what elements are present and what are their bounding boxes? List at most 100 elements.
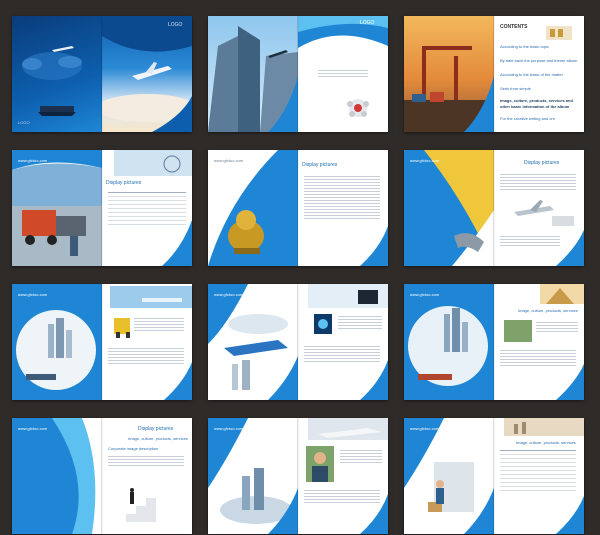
website-url[interactable]: www.gfctoo.com	[410, 292, 439, 297]
cover-back-page: LOGO	[12, 16, 102, 132]
airplane-clouds-graphic	[102, 16, 192, 132]
website-url[interactable]: www.gfctoo.com	[214, 158, 243, 163]
spread-fold	[101, 150, 103, 266]
spread-cover[interactable]: LOGO LOGO	[12, 16, 192, 132]
lion-page: www.gfctoo.com	[208, 150, 298, 266]
truck-page: www.gfctoo.com	[12, 150, 102, 266]
train-header-graphic	[306, 418, 388, 534]
forklift-page	[102, 284, 192, 400]
spread-truck[interactable]: www.gfctoo.com Display pictures	[12, 150, 192, 266]
blue-wave-page: www.gfctoo.com	[12, 418, 102, 534]
map-arrow-graphic	[208, 284, 298, 400]
corporate-page: Display pictures Image, culture, product…	[102, 418, 192, 534]
spread-train-man[interactable]: www.gfctoo.com	[208, 418, 388, 534]
website-url[interactable]: www.gfctoo.com	[410, 426, 439, 431]
engineer-page	[298, 418, 388, 534]
spread-contents[interactable]: CONTENTS According to the basic topic By…	[404, 16, 584, 132]
futuristic-city-page: www.gfctoo.com	[208, 418, 298, 534]
spread-map-tech[interactable]: www.gfctoo.com	[208, 284, 388, 400]
contents-entry-5[interactable]: Image, culture, products, services and o…	[500, 98, 580, 110]
spread-fold	[493, 418, 495, 534]
spread-skyline-services[interactable]: www.gfctoo.com Image, culture, products,…	[404, 284, 584, 400]
spread-fold	[297, 16, 299, 132]
tech-header-graphic	[308, 284, 388, 400]
futuristic-city-graphic	[208, 418, 298, 534]
spread-skyscrapers[interactable]: LOGO	[208, 16, 388, 132]
contents-entry-2[interactable]: By date back the purpose and theme album	[500, 58, 580, 64]
body-text-lines	[340, 448, 382, 465]
cover-logo-text: LOGO	[18, 120, 30, 125]
data-table	[500, 450, 576, 494]
spread-fold	[297, 418, 299, 534]
table-page: Image, culture, products, services	[494, 418, 584, 534]
city-circle-graphic	[12, 284, 102, 400]
port-cranes-page	[404, 16, 494, 132]
data-table-page: Display pictures	[102, 150, 192, 266]
port-cranes-graphic	[404, 46, 494, 132]
blue-wave-footer	[162, 220, 192, 266]
body-text-lines	[134, 316, 184, 333]
services-heading: Image, culture, products, services	[516, 440, 576, 445]
header-photo	[110, 286, 192, 400]
services-heading: Image, culture, products, services	[518, 308, 578, 313]
website-url[interactable]: www.gfctoo.com	[410, 158, 439, 163]
golden-lion-graphic	[208, 150, 298, 266]
body-text-lines-lower	[304, 344, 380, 364]
contents-entry-6[interactable]: For the creative writing and cre	[500, 116, 580, 122]
skyline-page: www.gfctoo.com	[404, 284, 494, 400]
blue-wave-graphic	[12, 418, 102, 534]
website-url[interactable]: www.gfctoo.com	[214, 292, 243, 297]
yellow-wave-page: www.gfctoo.com	[404, 150, 494, 266]
skyscraper-page	[208, 16, 298, 132]
body-text-lines	[536, 320, 578, 334]
contents-entry-3[interactable]: According to the basic of the matter	[500, 72, 580, 78]
body-text-lines-lower	[108, 346, 184, 366]
spread-fold	[493, 284, 495, 400]
map-arrow-page: www.gfctoo.com	[208, 284, 298, 400]
website-url[interactable]: www.gfctoo.com	[18, 426, 47, 431]
spread-fold	[101, 16, 103, 132]
services-page: Image, culture, products, services	[494, 284, 584, 400]
contents-page: CONTENTS According to the basic topic By…	[494, 16, 584, 132]
body-text-lines-lower	[304, 488, 380, 505]
spread-fold	[101, 418, 103, 534]
spread-corporate-image[interactable]: www.gfctoo.com Display pictures Image, c…	[12, 418, 192, 534]
website-url[interactable]: www.gfctoo.com	[214, 426, 243, 431]
spread-fold	[101, 284, 103, 400]
city-page: www.gfctoo.com	[12, 284, 102, 400]
spread-city-forklift[interactable]: www.gfctoo.com	[12, 284, 192, 400]
spread-delivery[interactable]: www.gfctoo.com Image, culture, products,…	[404, 418, 584, 534]
spread-yellow[interactable]: www.gfctoo.com Display pictures	[404, 150, 584, 266]
website-url[interactable]: www.gfctoo.com	[18, 292, 47, 297]
intro-text-lines	[318, 68, 368, 79]
delivery-man-graphic	[404, 418, 494, 534]
world-map-graphic	[22, 46, 82, 116]
contents-entry-1[interactable]: According to the basic topic	[500, 44, 580, 50]
pyramid-header	[504, 284, 584, 400]
skyline-circle-graphic	[404, 284, 494, 400]
tech-text-page	[298, 284, 388, 400]
truck-graphic	[12, 150, 102, 266]
cover-front-logo: LOGO	[168, 22, 183, 28]
spread-fold	[297, 150, 299, 266]
body-text-lines-lower	[500, 348, 576, 368]
skyscrapers-graphic	[208, 26, 298, 132]
cover-front-page: LOGO	[102, 16, 192, 132]
spread-golden-lion[interactable]: www.gfctoo.com Display pictures	[208, 150, 388, 266]
body-text-lines	[338, 314, 382, 331]
page-logo: LOGO	[360, 20, 375, 26]
yellow-wave-graphic	[404, 150, 494, 266]
contents-entry-4[interactable]: Seek from simple	[500, 86, 580, 92]
businessman-stairs-graphic	[116, 488, 156, 522]
text-page: Display pictures	[298, 150, 388, 266]
airplane-text-page: Display pictures	[494, 150, 584, 266]
blue-wave-footer	[360, 226, 388, 266]
website-url[interactable]: www.gfctoo.com	[18, 158, 47, 163]
airplane-graphic	[514, 200, 584, 266]
brochure-mockup-grid: LOGO LOGO LOGO CONTENTS According to the…	[0, 0, 600, 535]
delivery-page: www.gfctoo.com	[404, 418, 494, 534]
spread-fold	[493, 150, 495, 266]
puzzle-page: LOGO	[298, 16, 388, 132]
spread-fold	[493, 16, 495, 132]
spread-fold	[297, 284, 299, 400]
